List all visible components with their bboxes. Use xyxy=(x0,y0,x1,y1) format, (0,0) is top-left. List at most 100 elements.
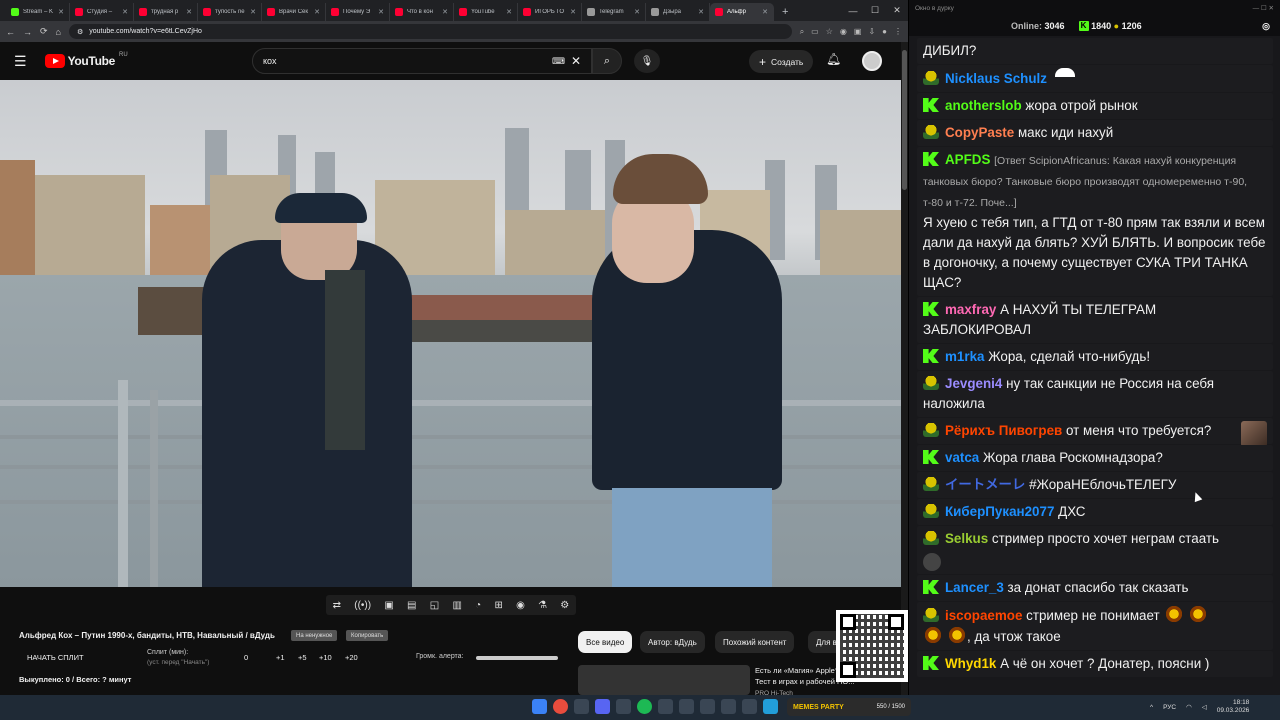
flask-icon[interactable]: ⚗ xyxy=(538,600,547,611)
menu-icon[interactable]: ⋮ xyxy=(894,27,902,37)
zoom-icon[interactable]: ⌕ xyxy=(800,27,804,37)
chrome-icon[interactable] xyxy=(553,699,568,714)
start-icon[interactable] xyxy=(532,699,547,714)
chip-unneeded[interactable]: На ненужное xyxy=(291,630,338,641)
search-button[interactable]: ⌕ xyxy=(592,48,622,74)
chat-message[interactable]: Whyd1k А чё он хочет ? Донатер, поясни ) xyxy=(917,651,1273,677)
chat-username[interactable]: КиберПукан2077 xyxy=(945,504,1054,519)
language-indicator[interactable]: РУС xyxy=(1163,704,1176,711)
new-tab-button[interactable]: + xyxy=(774,3,796,21)
split-add-10[interactable]: +10 xyxy=(319,653,332,662)
steam-icon[interactable] xyxy=(616,699,631,714)
browser-tab[interactable]: тупость ne ✕ xyxy=(198,3,262,21)
browser-tab[interactable]: Stream – K ✕ xyxy=(6,3,70,21)
chat-username[interactable]: anotherslob xyxy=(945,98,1022,113)
chat-message[interactable]: Рёрихъ Пивогрев от меня что требуется? xyxy=(917,418,1273,447)
chat-message[interactable]: m1rka Жора, сделай что-нибудь! xyxy=(917,344,1273,370)
chat-message[interactable]: CopyPaste макс иди нахуй xyxy=(917,120,1273,146)
tab-close-icon[interactable]: ✕ xyxy=(506,8,512,16)
download-icon[interactable]: ⇩ xyxy=(868,27,875,37)
tab-close-icon[interactable]: ✕ xyxy=(762,8,768,16)
chat-message[interactable]: maxfray А НАХУЙ ТЫ ТЕЛЕГРАМ ЗАБЛОКИРОВАЛ xyxy=(917,297,1273,343)
browser-tab[interactable]: Почему Э ✕ xyxy=(326,3,390,21)
alert-volume-slider[interactable] xyxy=(476,656,558,660)
start-split-button[interactable]: НАЧАТЬ СПЛИТ xyxy=(27,653,84,662)
chat-username[interactable]: Рёрихъ Пивогрев xyxy=(945,423,1062,438)
chat-message[interactable]: vatca Жора глава Роскомнадзора? xyxy=(917,445,1273,471)
chat-window-controls[interactable]: — ☐ ✕ xyxy=(1253,4,1274,12)
split-add-5[interactable]: +5 xyxy=(298,653,307,662)
clear-search-icon[interactable]: ✕ xyxy=(571,54,581,68)
maximize-icon[interactable]: ☐ xyxy=(864,0,886,21)
chat-message[interactable]: Lancer_3 за донат спасибо так сказать xyxy=(917,575,1273,601)
telegram-icon[interactable] xyxy=(763,699,778,714)
chat-message[interactable]: APFDS [Ответ ScipionAfricanus: Какая нах… xyxy=(917,147,1273,296)
chat-username[interactable]: maxfray xyxy=(945,302,996,317)
tab-close-icon[interactable]: ✕ xyxy=(250,8,256,16)
chip-similar[interactable]: Похожий контент xyxy=(715,631,795,653)
add-icon[interactable]: ⊞ xyxy=(494,600,502,611)
avatar[interactable] xyxy=(862,51,882,71)
loop-icon[interactable]: ⇄ xyxy=(333,600,341,611)
close-window-icon[interactable]: ✕ xyxy=(886,0,908,21)
profile-icon[interactable]: ● xyxy=(882,27,887,37)
tab-close-icon[interactable]: ✕ xyxy=(698,8,704,16)
chat-username[interactable]: CopyPaste xyxy=(945,125,1014,140)
create-button[interactable]: + Создать xyxy=(749,50,814,73)
tab-close-icon[interactable]: ✕ xyxy=(186,8,192,16)
tray-up-icon[interactable]: ^ xyxy=(1150,704,1153,711)
browser-tab[interactable]: Альфр ✕ xyxy=(710,3,774,21)
memes-party-widget[interactable]: MEMES PARTY 550 / 1500 xyxy=(787,698,911,716)
video-player[interactable] xyxy=(0,80,901,587)
chat-username[interactable]: Lancer_3 xyxy=(945,580,1004,595)
app-icon[interactable] xyxy=(742,699,757,714)
pip-icon[interactable]: ◱ xyxy=(430,600,439,611)
film-icon[interactable]: ▤ xyxy=(407,600,416,611)
app-icon[interactable] xyxy=(721,699,736,714)
cinema-icon[interactable]: ▥ xyxy=(452,600,461,611)
chat-username[interactable]: Whyd1k xyxy=(945,656,996,671)
chat-message[interactable]: КиберПукан2077 ДХС xyxy=(917,499,1273,525)
copy-button[interactable]: Копировать xyxy=(346,630,389,641)
split-add-1[interactable]: +1 xyxy=(276,653,285,662)
notifications-bell-icon[interactable]: 🔔︎ xyxy=(826,52,841,66)
chip-author[interactable]: Автор: вДудь xyxy=(640,631,705,653)
chat-username[interactable]: Selkus xyxy=(945,531,988,546)
volume-icon[interactable]: ◁ xyxy=(1202,703,1207,711)
youtube-logo[interactable]: YouTube RU xyxy=(44,52,128,68)
chat-message[interactable]: ДИБИЛ? xyxy=(917,38,1273,64)
extension-icon[interactable]: ▣ xyxy=(854,27,862,37)
site-info-icon[interactable]: ⚙ xyxy=(77,28,83,36)
chat-message[interactable]: Jevgeni4 ну так санкции не Россия на себ… xyxy=(917,371,1273,417)
chat-message[interactable]: Nicklaus Schulz xyxy=(917,65,1273,92)
chat-username[interactable]: Nicklaus Schulz xyxy=(945,71,1047,86)
browser-tab[interactable]: Что в кон ✕ xyxy=(390,3,454,21)
search-input[interactable]: кох ⌨ ✕ xyxy=(252,48,592,74)
recommended-thumbnail[interactable] xyxy=(578,665,750,695)
hamburger-icon[interactable]: ☰ xyxy=(14,53,27,70)
keyboard-icon[interactable]: ⌨ xyxy=(552,56,565,67)
discord-icon[interactable] xyxy=(595,699,610,714)
tab-close-icon[interactable]: ✕ xyxy=(570,8,576,16)
voice-search-button[interactable]: 🎙︎ xyxy=(634,49,660,73)
screenshot-icon[interactable]: ▣ xyxy=(384,600,393,611)
browser-tab[interactable]: ИГОРЬ ГО ✕ xyxy=(518,3,582,21)
speed-icon[interactable]: ◔ xyxy=(475,600,481,611)
minimize-icon[interactable]: — xyxy=(842,0,864,21)
back-icon[interactable]: ← xyxy=(6,27,15,37)
browser-tab[interactable]: Студия – ✕ xyxy=(70,3,134,21)
chat-username[interactable]: Jevgeni4 xyxy=(945,376,1002,391)
chat-message[interactable]: Selkus стример просто хочет неграм стаат… xyxy=(917,526,1273,574)
page-scrollbar[interactable] xyxy=(901,42,908,695)
chat-username[interactable]: m1rka xyxy=(945,349,984,364)
extension-icon[interactable]: ◉ xyxy=(840,27,847,37)
explorer-icon[interactable] xyxy=(574,699,589,714)
tab-close-icon[interactable]: ✕ xyxy=(378,8,384,16)
tab-close-icon[interactable]: ✕ xyxy=(634,8,640,16)
split-value-0[interactable]: 0 xyxy=(244,653,248,662)
chat-username[interactable]: APFDS xyxy=(945,152,990,167)
browser-tab[interactable]: трудная р ✕ xyxy=(134,3,198,21)
chat-message[interactable]: イートメーレ #ЖораНЕблочьТЕЛЕГУ xyxy=(917,472,1273,498)
obs-icon[interactable] xyxy=(679,699,694,714)
browser-tab[interactable]: Дзыра ✕ xyxy=(646,3,710,21)
